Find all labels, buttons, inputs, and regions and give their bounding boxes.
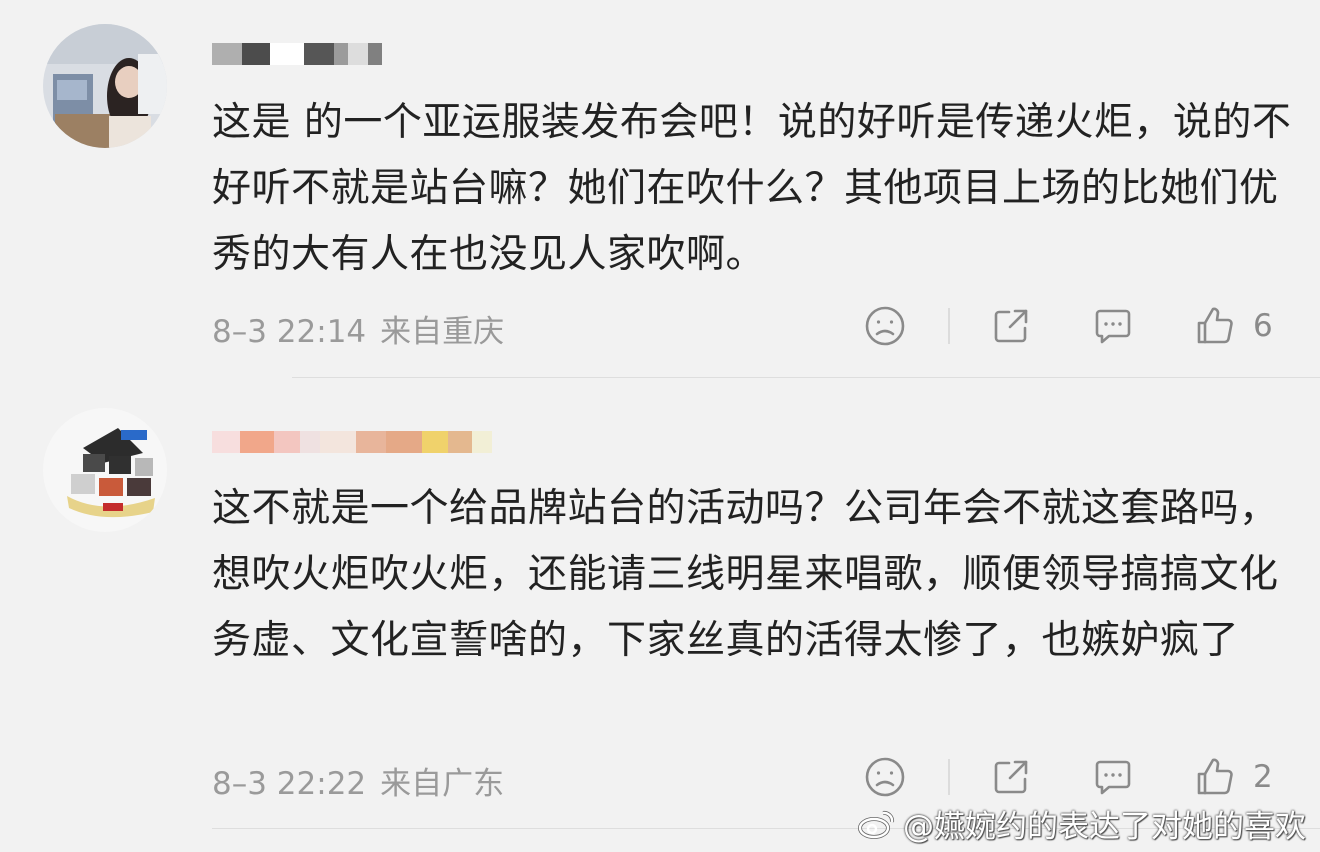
like-count: 6 <box>1253 308 1273 344</box>
comment-text: 这是 的一个亚运服装发布会吧！说的好听是传递火炬，说的不好听不就是站台嘛？她们在… <box>212 100 1292 277</box>
actions-divider <box>948 308 950 344</box>
actions-divider <box>948 759 950 795</box>
sad-face-icon <box>865 757 905 797</box>
comment-icon <box>1095 760 1131 795</box>
weibo-logo-icon <box>858 810 895 839</box>
watermark-text: @嬿婉约的表达了对她的喜欢 <box>903 809 1306 845</box>
comment-icon <box>1095 309 1131 344</box>
comment-time: 8–3 22:14 <box>212 314 367 350</box>
username-blurred[interactable] <box>212 36 382 72</box>
reply-button[interactable] <box>1091 298 1135 354</box>
thumbs-up-icon <box>1197 307 1233 344</box>
comment-actions: 6 <box>855 298 1295 354</box>
comment-location: 来自广东 <box>380 766 505 802</box>
comment-item: 这是 的一个亚运服装发布会吧！说的好听是传递火炬，说的不好听不就是站台嘛？她们在… <box>0 0 1320 378</box>
share-button[interactable] <box>989 749 1033 805</box>
comment-actions: 2 <box>855 749 1295 805</box>
comment-location: 来自重庆 <box>380 314 505 350</box>
comment-meta: 8–3 22:22 来自广东 <box>212 758 504 803</box>
username-blurred[interactable] <box>212 424 492 460</box>
avatar[interactable] <box>43 408 167 532</box>
like-count: 2 <box>1253 759 1273 795</box>
thumbs-up-icon <box>1197 758 1233 795</box>
reply-button[interactable] <box>1091 749 1135 805</box>
share-icon <box>994 309 1028 343</box>
sad-face-icon <box>865 306 905 346</box>
like-button[interactable]: 2 <box>1193 749 1273 805</box>
comment-meta: 8–3 22:14 来自重庆 <box>212 306 504 351</box>
share-button[interactable] <box>989 298 1033 354</box>
comment-time: 8–3 22:22 <box>212 766 367 802</box>
avatar[interactable] <box>43 24 167 148</box>
comment-item: 这不就是一个给品牌站台的活动吗？公司年会不就这套路吗，想吹火炬吹火炬，还能请三线… <box>0 378 1320 852</box>
share-icon <box>994 760 1028 794</box>
comment-text: 这不就是一个给品牌站台的活动吗？公司年会不就这套路吗，想吹火炬吹火炬，还能请三线… <box>212 486 1279 663</box>
like-button[interactable]: 6 <box>1193 298 1273 354</box>
dislike-button[interactable] <box>863 749 907 805</box>
dislike-button[interactable] <box>863 298 907 354</box>
watermark: @嬿婉约的表达了对她的喜欢 <box>857 801 1306 846</box>
